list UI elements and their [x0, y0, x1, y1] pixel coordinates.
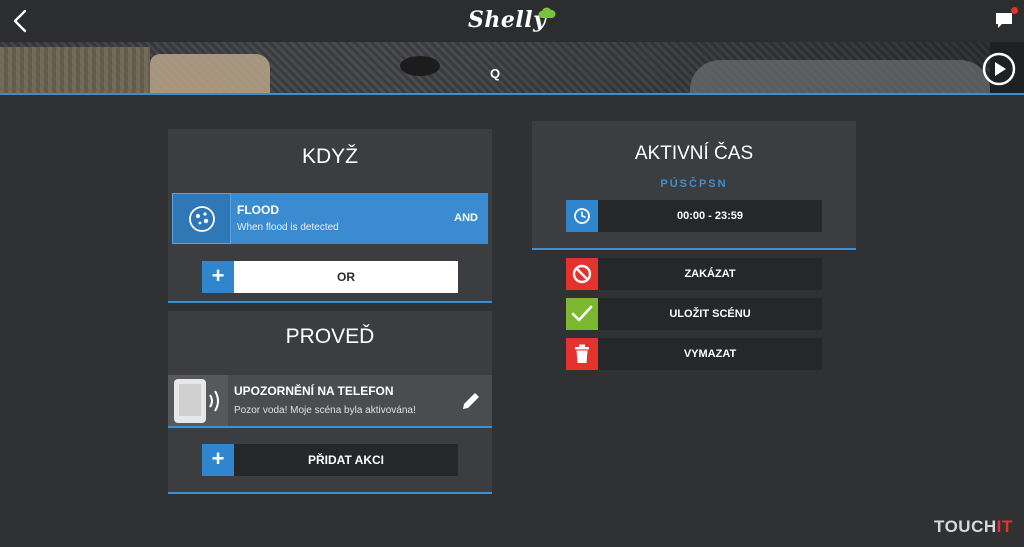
time-range: 00:00 - 23:59	[598, 200, 822, 232]
touchit-watermark: TOUCHIT	[934, 517, 1013, 537]
top-bar: Shelly	[0, 0, 1024, 42]
plus-icon: +	[202, 444, 234, 476]
action-icon-box	[168, 375, 228, 427]
cloud-icon	[538, 7, 556, 18]
plus-icon: +	[202, 261, 234, 293]
when-title: KDYŽ	[301, 145, 358, 168]
phone-notification-icon	[174, 379, 219, 423]
notification-dot	[1011, 7, 1018, 14]
action-item-divider	[168, 426, 492, 428]
banner-image-cushion	[150, 54, 270, 93]
logo-text: Shelly	[468, 7, 547, 33]
notifications-button[interactable]	[994, 7, 1018, 31]
trash-icon	[575, 344, 589, 363]
clock-icon	[574, 208, 590, 224]
trigger-icon-box	[172, 193, 231, 244]
trigger-item-flood[interactable]: FLOOD When flood is detected AND	[172, 193, 488, 244]
active-time-title: AKTIVNÍ ČAS	[634, 143, 754, 164]
run-scene-button[interactable]	[982, 52, 1016, 86]
action-panel: PROVEĎ UPOZORNĚNÍ NA TELEFON Pozor voda!…	[168, 311, 492, 494]
when-divider	[168, 301, 492, 303]
checkmark-icon	[571, 305, 593, 322]
watermark-main: TOUCH	[934, 517, 997, 536]
time-range-button[interactable]: 00:00 - 23:59	[566, 200, 822, 232]
pencil-icon	[463, 393, 479, 409]
add-or-condition-button[interactable]: + OR	[202, 261, 458, 293]
action-item-phone-notification[interactable]: UPOZORNĚNÍ NA TELEFON Pozor voda! Moje s…	[168, 375, 492, 427]
active-time-divider	[532, 248, 856, 250]
action-name: UPOZORNĚNÍ NA TELEFON	[234, 384, 394, 398]
when-panel: KDYŽ FLOOD When flood is detected AND + …	[168, 129, 492, 303]
scene-name: Q	[489, 66, 501, 81]
save-label: ULOŽIT SCÉNU	[598, 298, 822, 330]
clock-icon-box	[566, 200, 598, 232]
watermark-accent: IT	[996, 517, 1013, 536]
edit-action-button[interactable]	[460, 390, 482, 412]
save-icon-box	[566, 298, 598, 330]
scene-banner: Q	[0, 42, 1024, 95]
banner-image-blanket	[0, 47, 150, 93]
add-action-button[interactable]: + PŘIDAT AKCI	[202, 444, 458, 476]
shelly-logo: Shelly	[468, 5, 558, 37]
trigger-name: FLOOD	[237, 203, 279, 217]
disable-scene-button[interactable]: ZAKÁZAT	[566, 258, 822, 290]
action-description: Pozor voda! Moje scéna byla aktivována!	[234, 405, 416, 416]
chevron-left-icon	[13, 9, 27, 33]
disable-icon-box	[566, 258, 598, 290]
delete-label: VYMAZAT	[598, 338, 822, 370]
trigger-description: When flood is detected	[237, 222, 339, 233]
active-days[interactable]: PÚSČPSN	[532, 178, 856, 190]
active-time-panel: AKTIVNÍ ČAS PÚSČPSN 00:00 - 23:59	[532, 121, 856, 250]
add-action-label: PŘIDAT AKCI	[234, 444, 458, 476]
trigger-operator[interactable]: AND	[454, 212, 478, 224]
banner-image-lamp	[400, 56, 440, 76]
disable-label: ZAKÁZAT	[598, 258, 822, 290]
delete-icon-box	[566, 338, 598, 370]
delete-scene-button[interactable]: VYMAZAT	[566, 338, 822, 370]
or-label: OR	[234, 261, 458, 293]
forbidden-icon	[572, 264, 592, 284]
play-circle-icon	[982, 52, 1016, 86]
flood-sensor-icon	[189, 206, 215, 232]
back-button[interactable]	[8, 8, 34, 34]
action-title: PROVEĎ	[285, 325, 375, 348]
save-scene-button[interactable]: ULOŽIT SCÉNU	[566, 298, 822, 330]
action-divider	[168, 492, 492, 494]
banner-image-pillow	[690, 60, 990, 93]
